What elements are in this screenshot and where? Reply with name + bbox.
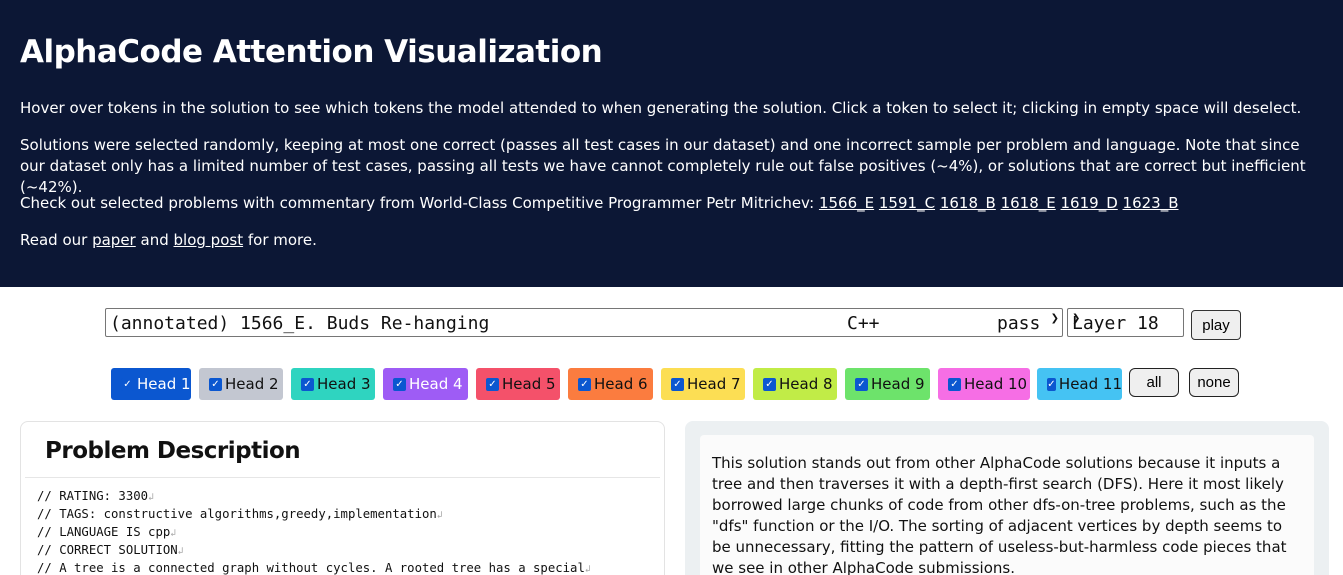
checkbox-checked-icon[interactable]: ✓	[301, 377, 314, 391]
head-toggle-2[interactable]: ✓ Head 2	[199, 368, 283, 400]
intro-text: Hover over tokens in the solution to see…	[20, 99, 1302, 117]
read-suffix: for more.	[247, 231, 317, 249]
newline-icon: ↲	[584, 564, 591, 575]
commentary-card: This solution stands out from other Alph…	[700, 435, 1314, 575]
problem-select-status: pass	[997, 313, 1041, 334]
head-toggle-11[interactable]: ✓ Head 11	[1037, 368, 1122, 400]
problem-select-name: (annotated) 1566_E. Buds Re-hanging	[110, 313, 490, 334]
select-all-heads-button[interactable]: all	[1129, 368, 1179, 397]
head-label: Head 2	[225, 375, 279, 393]
head-label: Head 1	[137, 375, 191, 393]
code-line[interactable]: // A tree is a connected graph without c…	[37, 560, 591, 575]
head-label: Head 9	[871, 375, 925, 393]
play-button[interactable]: play	[1191, 310, 1241, 340]
chevron-down-icon: ❯	[1050, 313, 1059, 324]
checkbox-checked-icon[interactable]: ✓	[671, 377, 684, 391]
panel-divider	[25, 477, 660, 478]
page-title: AlphaCode Attention Visualization	[20, 34, 603, 70]
select-none-heads-button[interactable]: none	[1189, 368, 1239, 397]
head-label: Head 4	[409, 375, 463, 393]
checkbox-checked-icon[interactable]: ✓	[209, 377, 222, 391]
head-toggle-6[interactable]: ✓ Head 6	[568, 368, 653, 400]
problem-description-heading: Problem Description	[45, 438, 301, 464]
newline-icon: ↲	[436, 510, 443, 521]
layer-select[interactable]: Layer 18 ❯	[1067, 308, 1184, 337]
head-toggle-7[interactable]: ✓ Head 7	[661, 368, 745, 400]
problem-select-language: C++	[847, 313, 880, 334]
head-toggle-4[interactable]: ✓ Head 4	[383, 368, 468, 400]
checkbox-checked-icon[interactable]: ✓	[121, 377, 134, 391]
problem-link-1566-e[interactable]: 1566_E	[819, 194, 874, 212]
head-label: Head 7	[687, 375, 741, 393]
problem-link-1619-d[interactable]: 1619_D	[1061, 194, 1118, 212]
head-toggle-5[interactable]: ✓ Head 5	[476, 368, 560, 400]
code-line[interactable]: // RATING: 3300↲	[37, 488, 591, 506]
commentary-panel: This solution stands out from other Alph…	[685, 421, 1329, 575]
selection-note: Solutions were selected randomly, keepin…	[20, 136, 1306, 196]
problem-link-1618-e[interactable]: 1618_E	[1001, 194, 1056, 212]
blog-post-link[interactable]: blog post	[174, 231, 244, 249]
problem-link-1591-c[interactable]: 1591_C	[879, 194, 935, 212]
head-toggle-8[interactable]: ✓ Head 8	[753, 368, 837, 400]
problem-select[interactable]: (annotated) 1566_E. Buds Re-hanging C++ …	[105, 308, 1063, 337]
code-line[interactable]: // TAGS: constructive algorithms,greedy,…	[37, 506, 591, 524]
newline-icon: ↲	[148, 492, 155, 503]
newline-icon: ↲	[170, 528, 177, 539]
head-label: Head 10	[964, 375, 1028, 393]
code-line[interactable]: // LANGUAGE IS cpp↲	[37, 524, 591, 542]
problem-code-block: // RATING: 3300↲// TAGS: constructive al…	[37, 488, 591, 575]
read-and: and	[140, 231, 169, 249]
checkbox-checked-icon[interactable]: ✓	[578, 377, 591, 391]
checkbox-checked-icon[interactable]: ✓	[486, 377, 499, 391]
paper-link[interactable]: paper	[92, 231, 136, 249]
head-label: Head 6	[594, 375, 648, 393]
page-header: AlphaCode Attention Visualization Hover …	[0, 0, 1343, 287]
head-label: Head 8	[779, 375, 833, 393]
commentary-text: This solution stands out from other Alph…	[712, 454, 1287, 575]
head-toggle-10[interactable]: ✓ Head 10	[938, 368, 1030, 400]
chevron-down-icon: ❯	[1072, 313, 1081, 324]
head-toggle-1[interactable]: ✓ Head 1	[111, 368, 191, 400]
checkbox-checked-icon[interactable]: ✓	[948, 377, 961, 391]
problem-link-1618-b[interactable]: 1618_B	[940, 194, 996, 212]
head-label: Head 11	[1058, 375, 1122, 393]
checkbox-checked-icon[interactable]: ✓	[855, 377, 868, 391]
newline-icon: ↲	[177, 546, 184, 557]
head-label: Head 5	[502, 375, 556, 393]
head-label: Head 3	[317, 375, 371, 393]
head-toggle-9[interactable]: ✓ Head 9	[845, 368, 930, 400]
checkbox-checked-icon[interactable]: ✓	[763, 377, 776, 391]
commentary-links-line: Check out selected problems with comment…	[20, 193, 1320, 214]
problem-link-1623-b[interactable]: 1623_B	[1123, 194, 1179, 212]
checkbox-checked-icon[interactable]: ✓	[1047, 377, 1056, 391]
commentary-prefix: Check out selected problems with comment…	[20, 194, 815, 212]
code-line[interactable]: // CORRECT SOLUTION↲	[37, 542, 591, 560]
checkbox-checked-icon[interactable]: ✓	[393, 377, 406, 391]
problem-description-panel: Problem Description // RATING: 3300↲// T…	[20, 421, 665, 575]
head-toggle-3[interactable]: ✓ Head 3	[291, 368, 375, 400]
read-prefix: Read our	[20, 231, 88, 249]
read-more-line: Read our paper and blog post for more.	[20, 230, 1320, 251]
